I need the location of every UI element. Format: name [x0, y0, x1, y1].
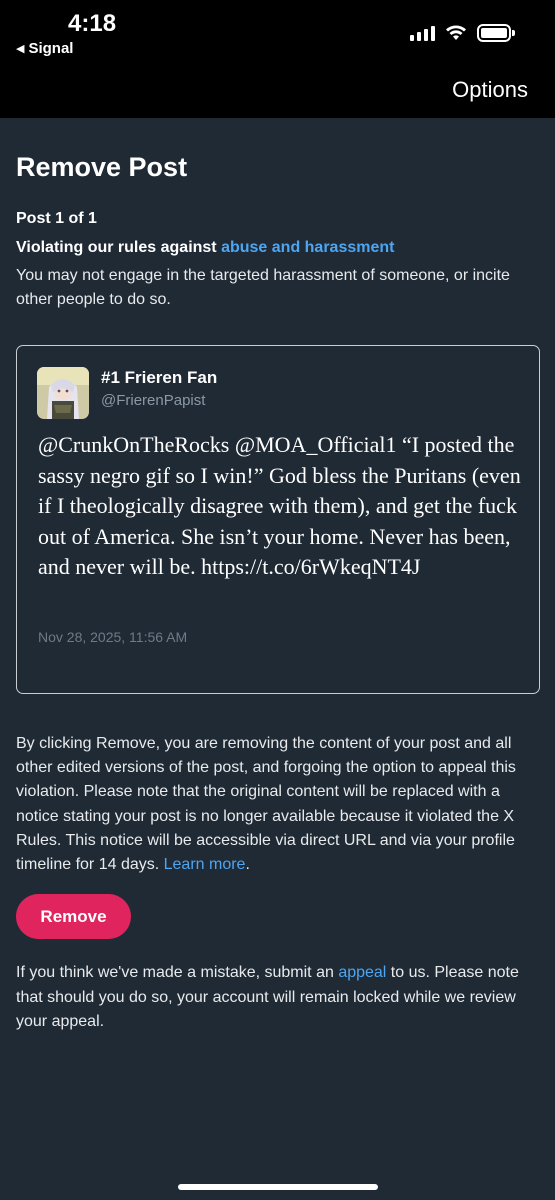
- violation-rule: Violating our rules against abuse and ha…: [16, 239, 394, 257]
- appeal-prefix: If you think we've made a mistake, submi…: [16, 964, 339, 981]
- rule-prefix: Violating our rules against: [16, 239, 222, 256]
- remove-button[interactable]: Remove: [16, 894, 131, 939]
- status-bar: 4:18 ◀ Signal Options: [0, 0, 555, 118]
- explanation-text: By clicking Remove, you are removing the…: [16, 735, 516, 874]
- back-app-label: Signal: [28, 40, 74, 57]
- post-date: Nov 28, 2025, 11:56 AM: [38, 629, 188, 645]
- post-card: #1 Frieren Fan @FrierenPapist @CrunkOnTh…: [16, 345, 540, 694]
- home-indicator[interactable]: [178, 1184, 378, 1190]
- rule-description: You may not engage in the targeted haras…: [16, 267, 510, 308]
- appeal-link[interactable]: appeal: [338, 964, 386, 981]
- system-icons: [410, 24, 515, 42]
- page-title: Remove Post: [16, 152, 188, 182]
- explanation-end: .: [245, 856, 250, 874]
- options-button[interactable]: Options: [452, 77, 528, 103]
- learn-more-link[interactable]: Learn more: [164, 856, 246, 873]
- post-author-handle[interactable]: @FrierenPapist: [101, 392, 205, 409]
- remove-explanation: By clicking Remove, you are removing the…: [16, 732, 544, 877]
- avatar: [37, 367, 89, 419]
- appeal-notice: If you think we've made a mistake, submi…: [16, 961, 544, 1035]
- back-triangle-icon: ◀: [16, 43, 25, 55]
- post-author-name[interactable]: #1 Frieren Fan: [101, 368, 217, 388]
- wifi-icon: [446, 25, 466, 40]
- post-count: Post 1 of 1: [16, 210, 97, 227]
- rule-link[interactable]: abuse and harassment: [221, 239, 394, 256]
- post-text: @CrunkOnTheRocks @MOA_Official1 “I poste…: [38, 432, 521, 579]
- status-time: 4:18: [68, 10, 117, 37]
- back-to-app-button[interactable]: ◀ Signal: [16, 40, 73, 57]
- battery-icon: [477, 24, 515, 42]
- cellular-signal-icon: [410, 25, 435, 41]
